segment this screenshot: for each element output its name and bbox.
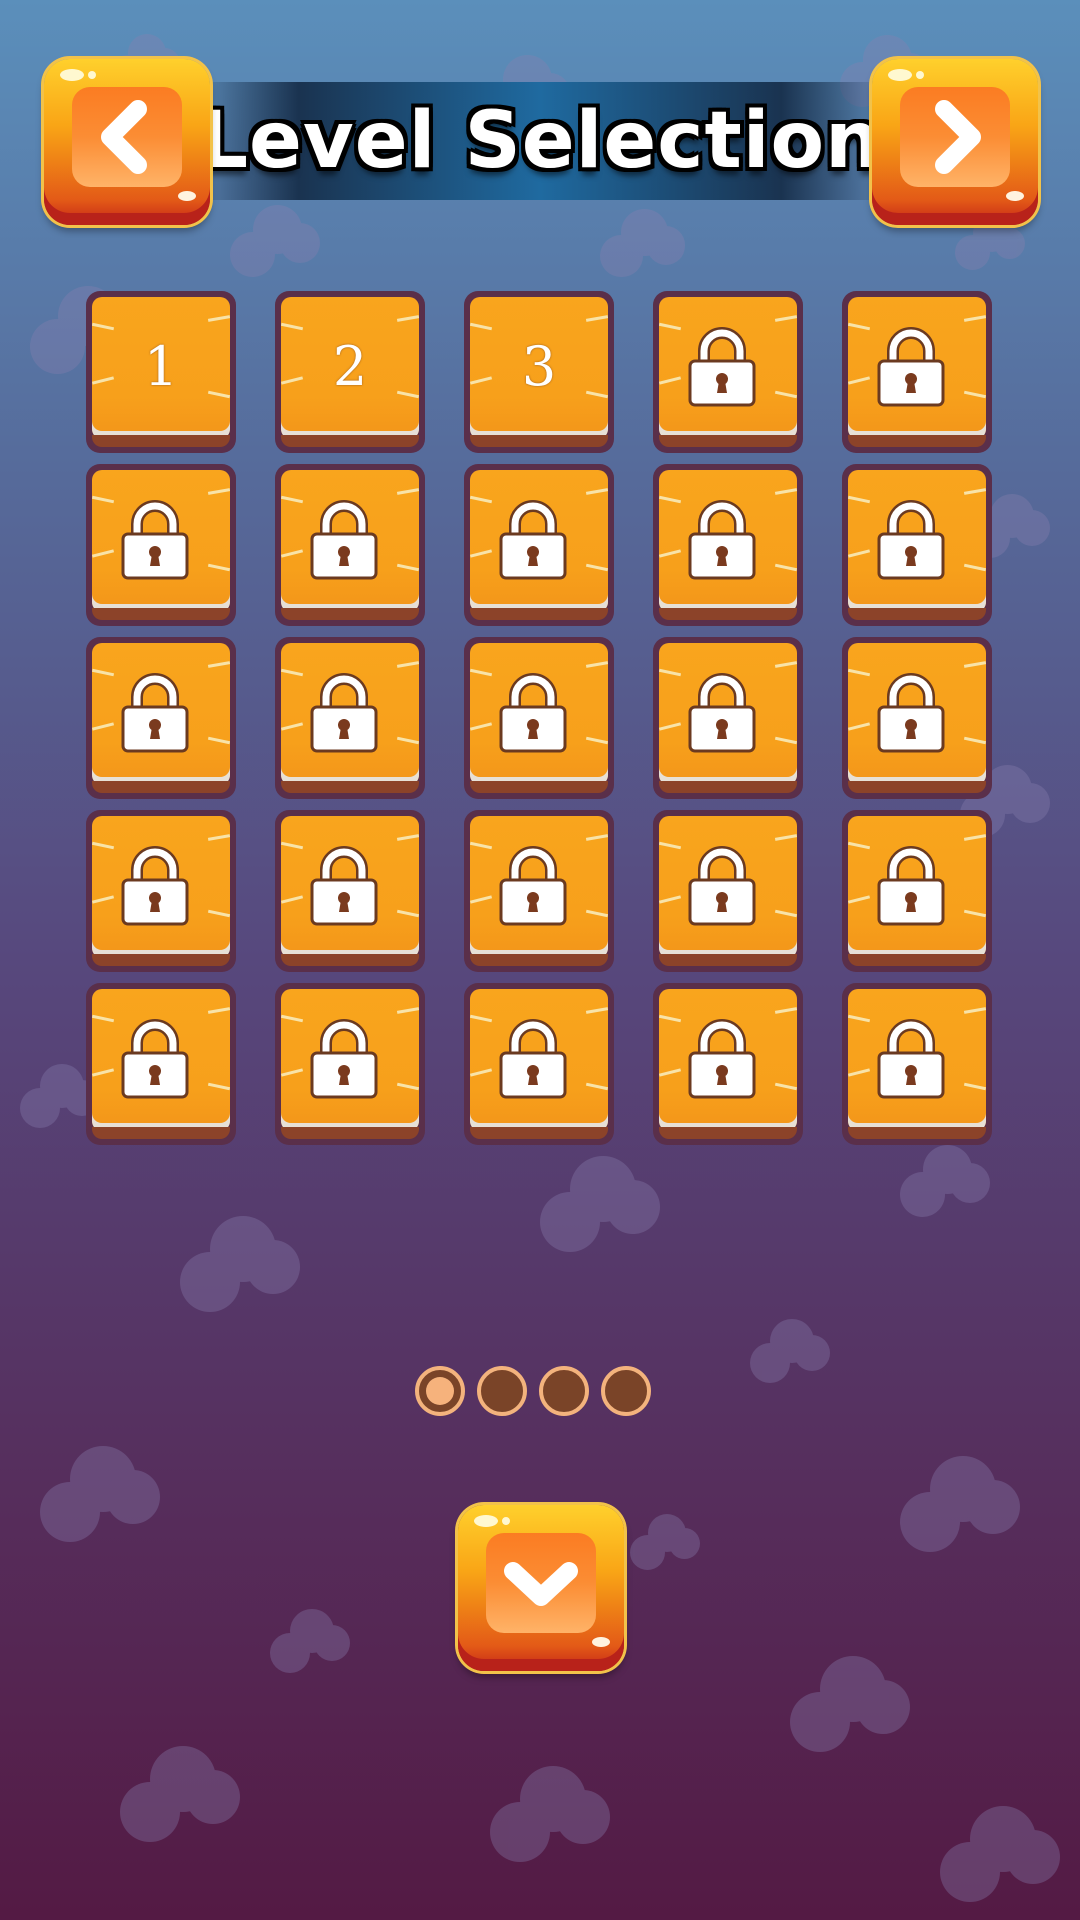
lock-icon	[688, 846, 756, 926]
page-dot-3[interactable]	[539, 1366, 589, 1416]
level-tile-locked[interactable]	[86, 983, 236, 1145]
level-tile-locked[interactable]	[464, 637, 614, 799]
level-number: 2	[332, 335, 368, 398]
level-tile-locked[interactable]	[464, 464, 614, 626]
down-button[interactable]	[458, 1505, 624, 1671]
level-tile-locked[interactable]	[842, 983, 992, 1145]
level-tile-locked[interactable]	[653, 464, 803, 626]
level-number: 1	[143, 335, 179, 398]
lock-icon	[877, 327, 945, 407]
level-tile-locked[interactable]	[653, 291, 803, 453]
lock-icon	[121, 846, 189, 926]
level-tile[interactable]: 1	[86, 291, 236, 453]
level-grid: 1 2 3	[86, 291, 992, 1145]
lock-icon	[877, 1019, 945, 1099]
lock-icon	[499, 673, 567, 753]
chevron-left-icon	[101, 100, 147, 174]
level-tile-locked[interactable]	[653, 810, 803, 972]
level-number: 3	[521, 335, 557, 398]
level-tile-locked[interactable]	[464, 810, 614, 972]
level-tile-locked[interactable]	[86, 637, 236, 799]
lock-icon	[310, 500, 378, 580]
lock-icon	[121, 500, 189, 580]
level-tile-locked[interactable]	[842, 291, 992, 453]
chevron-right-icon	[935, 100, 981, 174]
lock-icon	[688, 327, 756, 407]
level-tile-locked[interactable]	[842, 637, 992, 799]
level-tile-locked[interactable]	[275, 637, 425, 799]
level-tile[interactable]: 2	[275, 291, 425, 453]
lock-icon	[499, 846, 567, 926]
level-tile[interactable]: 3	[464, 291, 614, 453]
next-button[interactable]	[872, 59, 1038, 225]
level-tile-locked[interactable]	[86, 810, 236, 972]
lock-icon	[310, 673, 378, 753]
lock-icon	[688, 500, 756, 580]
lock-icon	[121, 673, 189, 753]
level-tile-locked[interactable]	[86, 464, 236, 626]
lock-icon	[121, 1019, 189, 1099]
previous-button[interactable]	[44, 59, 210, 225]
level-tile-locked[interactable]	[653, 637, 803, 799]
page-dot-4[interactable]	[601, 1366, 651, 1416]
lock-icon	[877, 846, 945, 926]
level-tile-locked[interactable]	[842, 464, 992, 626]
page-dot-1[interactable]	[415, 1366, 465, 1416]
lock-icon	[310, 846, 378, 926]
lock-icon	[688, 1019, 756, 1099]
lock-icon	[499, 1019, 567, 1099]
level-tile-locked[interactable]	[464, 983, 614, 1145]
level-tile-locked[interactable]	[275, 983, 425, 1145]
chevron-down-icon	[504, 1562, 578, 1606]
level-tile-locked[interactable]	[653, 983, 803, 1145]
page-indicator	[415, 1366, 651, 1416]
lock-icon	[877, 500, 945, 580]
lock-icon	[499, 500, 567, 580]
level-tile-locked[interactable]	[275, 464, 425, 626]
page-title: Level Selection	[198, 96, 882, 186]
lock-icon	[310, 1019, 378, 1099]
level-tile-locked[interactable]	[842, 810, 992, 972]
lock-icon	[688, 673, 756, 753]
level-tile-locked[interactable]	[275, 810, 425, 972]
title-banner: Level Selection	[195, 82, 885, 200]
page-dot-2[interactable]	[477, 1366, 527, 1416]
lock-icon	[877, 673, 945, 753]
